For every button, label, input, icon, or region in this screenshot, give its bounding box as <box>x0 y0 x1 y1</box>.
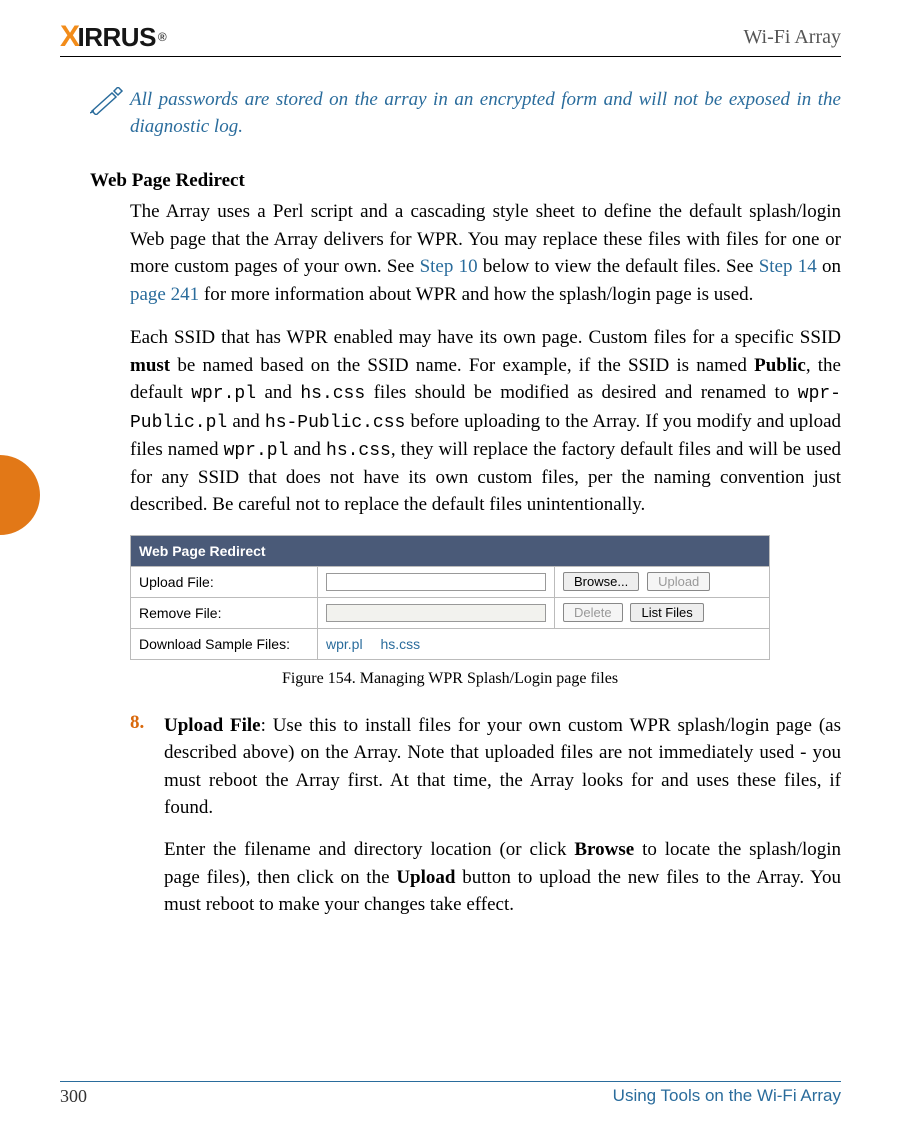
page-number: 300 <box>60 1086 87 1107</box>
link-step-10[interactable]: Step 10 <box>420 256 478 277</box>
para2-m4: hs-Public.css <box>265 413 405 433</box>
remove-file-label: Remove File: <box>131 597 318 628</box>
step-8-b3: Upload <box>396 867 455 888</box>
brand-logo: XIRRUS® <box>60 20 166 54</box>
wpr-panel-title: Web Page Redirect <box>131 535 770 566</box>
para2-t5: files should be modified as desired and … <box>365 382 798 403</box>
browse-button[interactable]: Browse... <box>563 572 639 591</box>
download-sample-label: Download Sample Files: <box>131 628 318 659</box>
para2-m2: hs.css <box>300 384 365 404</box>
figure-caption: Figure 154. Managing WPR Splash/Login pa… <box>130 670 770 688</box>
upload-button[interactable]: Upload <box>647 572 710 591</box>
step-8-t2a: Enter the filename and directory locatio… <box>164 839 574 860</box>
paragraph-1: The Array uses a Perl script and a casca… <box>130 198 841 308</box>
side-tab <box>0 455 40 535</box>
para2-m1: wpr.pl <box>191 384 256 404</box>
para1-t3: on <box>817 256 841 277</box>
step-8-number: 8. <box>130 712 164 822</box>
para2-b1: must <box>130 355 170 376</box>
para2-t6: and <box>227 411 265 432</box>
list-files-button[interactable]: List Files <box>630 603 703 622</box>
step-8-t1: : Use this to install files for your own… <box>164 715 841 819</box>
para2-b2: Public <box>754 355 806 376</box>
para2-t2: be named based on the SSID name. For exa… <box>170 355 754 376</box>
page-footer: 300 Using Tools on the Wi-Fi Array <box>60 1081 841 1107</box>
sample-link-hs[interactable]: hs.css <box>380 636 420 652</box>
section-title: Web Page Redirect <box>90 170 841 192</box>
step-8-b2: Browse <box>574 839 634 860</box>
pen-icon <box>90 87 130 120</box>
para1-t2: below to view the default files. See <box>478 256 759 277</box>
step-8-body: Upload File: Use this to install files f… <box>164 712 841 822</box>
page-header: XIRRUS® Wi-Fi Array <box>60 20 841 57</box>
sample-link-wpr[interactable]: wpr.pl <box>326 636 363 652</box>
note-row: All passwords are stored on the array in… <box>90 87 841 140</box>
para2-m6: hs.css <box>326 441 391 461</box>
step-8: 8. Upload File: Use this to install file… <box>130 712 841 822</box>
step-8-b1: Upload File <box>164 715 261 736</box>
note-text: All passwords are stored on the array in… <box>130 87 841 140</box>
upload-file-input[interactable] <box>326 573 546 591</box>
footer-section: Using Tools on the Wi-Fi Array <box>613 1086 841 1107</box>
wpr-panel-table: Web Page Redirect Upload File: Browse...… <box>130 535 770 660</box>
upload-file-label: Upload File: <box>131 566 318 597</box>
figure-154: Web Page Redirect Upload File: Browse...… <box>130 535 770 660</box>
para1-t4: for more information about WPR and how t… <box>199 284 753 305</box>
para2-t1: Each SSID that has WPR enabled may have … <box>130 327 841 348</box>
table-row: Download Sample Files: wpr.pl hs.css <box>131 628 770 659</box>
delete-button[interactable]: Delete <box>563 603 623 622</box>
step-8-body-cont: Enter the filename and directory locatio… <box>164 836 841 919</box>
brand-logo-text: IRRUS <box>78 22 156 53</box>
para2-t4: and <box>256 382 300 403</box>
para2-t8: and <box>288 439 326 460</box>
paragraph-2: Each SSID that has WPR enabled may have … <box>130 324 841 518</box>
link-page-241[interactable]: page 241 <box>130 284 199 305</box>
table-row: Upload File: Browse... Upload <box>131 566 770 597</box>
para2-m5: wpr.pl <box>224 441 289 461</box>
link-step-14[interactable]: Step 14 <box>759 256 817 277</box>
product-name: Wi-Fi Array <box>743 26 841 49</box>
table-row: Remove File: Delete List Files <box>131 597 770 628</box>
brand-logo-reg: ® <box>158 30 166 44</box>
remove-file-input[interactable] <box>326 604 546 622</box>
